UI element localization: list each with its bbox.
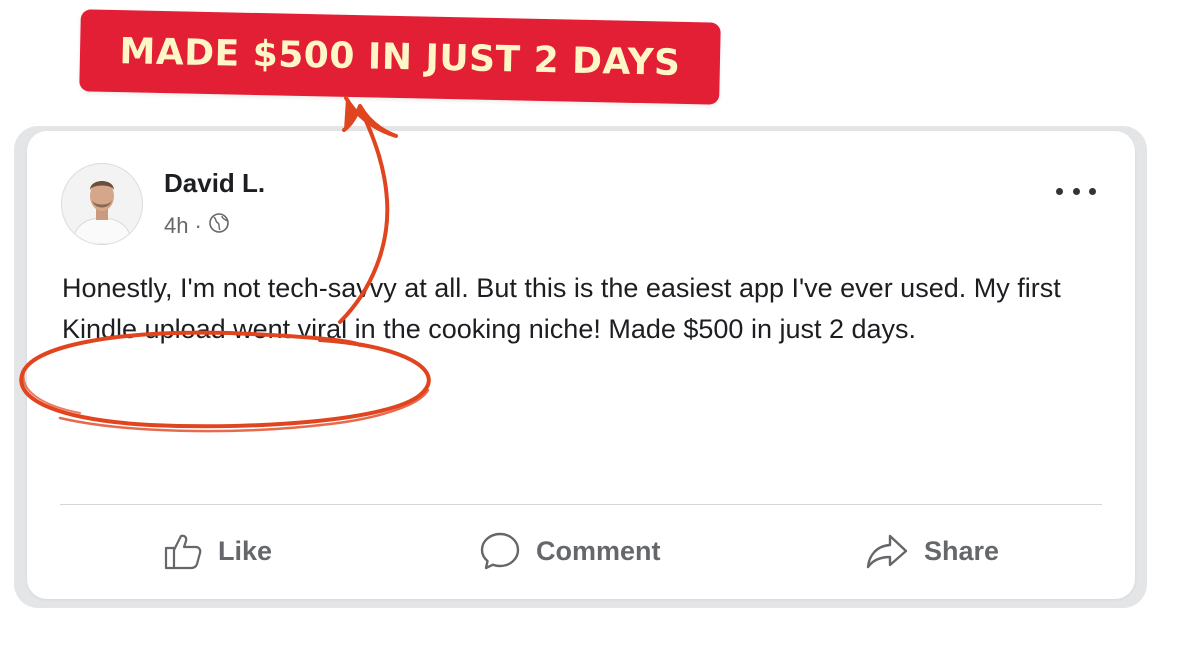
globe-icon[interactable] (208, 212, 230, 240)
ellipsis-icon (1056, 187, 1063, 195)
meta-separator: · (194, 213, 202, 238)
post-time[interactable]: 4h (164, 213, 188, 239)
testimonial-graphic: MADE $500 IN JUST 2 DAYS David L. 4h · H… (0, 0, 1178, 650)
share-arrow-icon (864, 530, 910, 572)
headline-text: MADE $500 IN JUST 2 DAYS (119, 30, 681, 84)
like-button[interactable]: Like (162, 528, 272, 574)
more-options-button[interactable] (1056, 178, 1096, 204)
ellipsis-dot (1072, 187, 1080, 195)
comment-bubble-icon (478, 529, 522, 573)
comment-button[interactable]: Comment (478, 528, 661, 574)
like-label: Like (218, 535, 273, 566)
author-name[interactable]: David L. (164, 168, 265, 199)
divider (60, 504, 1102, 505)
share-button[interactable]: Share (864, 528, 999, 574)
share-label: Share (924, 535, 1000, 566)
headline-banner: MADE $500 IN JUST 2 DAYS (79, 9, 721, 105)
avatar-image (62, 164, 142, 244)
ellipsis-dot (1089, 187, 1096, 195)
thumbs-up-icon (162, 530, 204, 572)
avatar[interactable] (61, 163, 143, 245)
post-body: Honestly, I'm not tech-savvy at all. But… (62, 273, 1061, 344)
comment-label: Comment (536, 535, 661, 566)
post-meta: 4h · (164, 212, 230, 240)
